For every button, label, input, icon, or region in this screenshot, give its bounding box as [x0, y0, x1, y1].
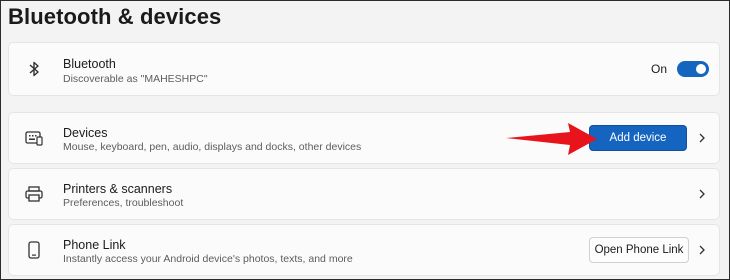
chevron-right-icon[interactable]	[695, 243, 709, 257]
printer-icon	[23, 183, 45, 205]
phone-link-subtitle: Instantly access your Android device's p…	[63, 253, 353, 265]
devices-icon	[23, 127, 45, 149]
printers-title: Printers & scanners	[63, 182, 173, 196]
phone-icon	[23, 239, 45, 261]
bluetooth-card: Bluetooth Discoverable as "MAHESHPC" On	[8, 42, 720, 96]
toggle-knob	[696, 64, 706, 74]
annotation-arrow-icon	[506, 123, 597, 155]
printers-subtitle: Preferences, troubleshoot	[63, 197, 184, 209]
bluetooth-toggle-label: On	[650, 62, 667, 76]
open-phone-link-button[interactable]: Open Phone Link	[589, 237, 689, 263]
chevron-right-icon[interactable]	[695, 187, 709, 201]
bluetooth-subtitle: Discoverable as "MAHESHPC"	[63, 73, 208, 85]
devices-subtitle: Mouse, keyboard, pen, audio, displays an…	[63, 141, 362, 153]
add-device-button[interactable]: Add device	[589, 125, 687, 151]
printers-card[interactable]: Printers & scanners Preferences, trouble…	[8, 168, 720, 220]
bluetooth-toggle[interactable]	[677, 61, 709, 77]
phone-link-title: Phone Link	[63, 238, 126, 252]
phone-link-card[interactable]: Phone Link Instantly access your Android…	[8, 224, 720, 276]
chevron-right-icon[interactable]	[695, 131, 709, 145]
devices-title: Devices	[63, 126, 108, 140]
devices-card[interactable]: Devices Mouse, keyboard, pen, audio, dis…	[8, 112, 720, 164]
bluetooth-icon	[23, 58, 45, 80]
page-title: Bluetooth & devices	[8, 4, 222, 29]
bluetooth-title: Bluetooth	[63, 57, 116, 71]
